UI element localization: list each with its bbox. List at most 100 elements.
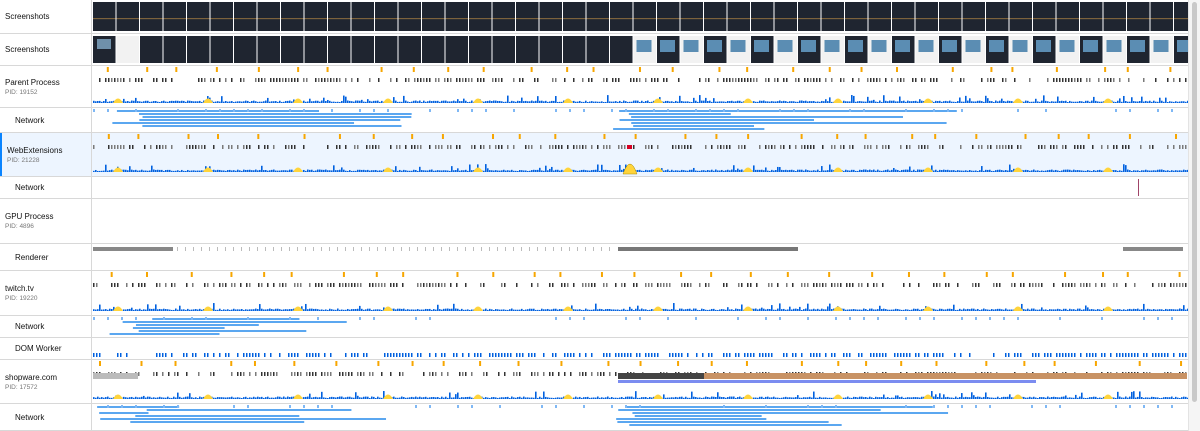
network-request (807, 405, 809, 408)
cpu-activity (881, 397, 883, 399)
track-graph[interactable] (93, 34, 1200, 65)
cpu-activity (457, 308, 459, 311)
scrollbar-thumb[interactable] (1192, 2, 1197, 402)
cpu-activity (289, 309, 291, 311)
cpu-activity (1123, 164, 1125, 172)
track-graph[interactable] (93, 338, 1200, 359)
cpu-activity (935, 169, 937, 172)
cpu-activity (523, 309, 525, 311)
track-gpu-process[interactable]: GPU Process PID: 4896 (0, 199, 1200, 244)
track-graph[interactable] (93, 133, 1200, 176)
track-graph[interactable] (93, 360, 1200, 403)
track-graph[interactable] (93, 108, 1200, 132)
network-request (1171, 109, 1173, 112)
cpu-activity (1003, 100, 1005, 103)
sample-bar (1182, 283, 1184, 287)
sample-bar (297, 78, 299, 82)
cpu-activity (671, 101, 673, 103)
track-webext-network[interactable]: Network (0, 177, 1200, 199)
track-parent-network[interactable]: Network (0, 108, 1200, 133)
cpu-activity (269, 397, 271, 399)
track-twitch-dom-worker[interactable]: DOM Worker (0, 338, 1200, 360)
worker-activity (453, 353, 455, 357)
track-webextensions[interactable]: WebExtensions PID: 21228 (0, 133, 1200, 177)
cpu-peak (1103, 394, 1113, 399)
worker-activity (315, 353, 317, 357)
track-shopware[interactable]: shopware.com PID: 17572 (0, 360, 1200, 404)
marker (1064, 272, 1067, 277)
track-screenshots-2[interactable]: Screenshots (0, 34, 1200, 66)
cpu-activity (859, 169, 861, 172)
cpu-activity (469, 396, 471, 399)
worker-activity (1182, 353, 1184, 357)
cpu-activity (585, 170, 587, 172)
cpu-activity (411, 170, 413, 172)
network-request (163, 405, 165, 408)
track-label[interactable]: Network (0, 404, 92, 430)
cpu-activity (609, 397, 611, 399)
cpu-activity (991, 397, 993, 399)
track-graph[interactable] (93, 177, 1200, 198)
track-label[interactable]: Parent Process PID: 19152 (0, 66, 92, 107)
cpu-activity (451, 101, 453, 103)
track-graph[interactable] (93, 244, 1200, 270)
track-label[interactable]: twitch.tv PID: 19220 (0, 271, 92, 315)
timeline-scrollbar[interactable] (1188, 0, 1200, 431)
sample-bar (450, 78, 452, 82)
cpu-activity (601, 309, 603, 311)
sample-bar (741, 283, 743, 287)
cpu-activity (1163, 170, 1165, 172)
track-label[interactable]: Screenshots (0, 34, 92, 65)
cpu-activity (867, 170, 869, 172)
cpu-activity (257, 396, 259, 399)
cpu-activity (687, 170, 689, 172)
track-graph[interactable] (93, 316, 1200, 337)
track-graph[interactable] (93, 0, 1200, 33)
cpu-activity (101, 101, 103, 103)
track-graph[interactable] (93, 199, 1200, 243)
sample-bar (876, 78, 878, 82)
cpu-activity (513, 397, 515, 399)
track-label[interactable]: Network (0, 177, 92, 198)
track-graph[interactable] (93, 404, 1200, 430)
cpu-activity (907, 169, 909, 172)
cpu-activity (887, 397, 889, 399)
cpu-activity (593, 101, 595, 103)
track-screenshots-1[interactable]: Screenshots (0, 0, 1200, 34)
sample-bar (873, 78, 875, 82)
track-label[interactable]: Screenshots (0, 0, 92, 33)
track-twitch[interactable]: twitch.tv PID: 19220 (0, 271, 1200, 316)
cpu-activity (405, 170, 407, 172)
track-label[interactable]: DOM Worker (0, 338, 92, 359)
screenshot-thumbnail (187, 2, 210, 31)
cpu-activity (769, 170, 771, 172)
track-shopware-network[interactable]: Network (0, 404, 1200, 431)
track-graph[interactable] (93, 66, 1200, 107)
marker (639, 361, 642, 366)
cpu-activity (127, 170, 129, 172)
track-name: Network (15, 183, 45, 192)
track-parent-process[interactable]: Parent Process PID: 19152 (0, 66, 1200, 108)
cpu-activity (229, 101, 231, 103)
cpu-activity (219, 397, 221, 399)
track-label[interactable]: WebExtensions PID: 21228 (0, 133, 92, 176)
track-label[interactable]: shopware.com PID: 17572 (0, 360, 92, 403)
track-gpu-renderer[interactable]: Renderer (0, 244, 1200, 271)
cpu-activity (887, 101, 889, 103)
cpu-activity (863, 169, 865, 172)
track-label[interactable]: GPU Process PID: 4896 (0, 199, 92, 243)
cpu-activity (311, 308, 313, 311)
cpu-activity (105, 98, 107, 103)
cpu-activity (1123, 95, 1125, 103)
sample-bar (981, 145, 983, 149)
track-label[interactable]: Network (0, 108, 92, 132)
track-label[interactable]: Renderer (0, 244, 92, 270)
worker-activity (207, 353, 209, 357)
cpu-activity (339, 309, 341, 311)
cpu-activity (1099, 169, 1101, 172)
track-twitch-network[interactable]: Network (0, 316, 1200, 338)
track-label[interactable]: Network (0, 316, 92, 337)
cpu-activity (1035, 309, 1037, 311)
network-request (359, 109, 361, 112)
track-graph[interactable] (93, 271, 1200, 315)
